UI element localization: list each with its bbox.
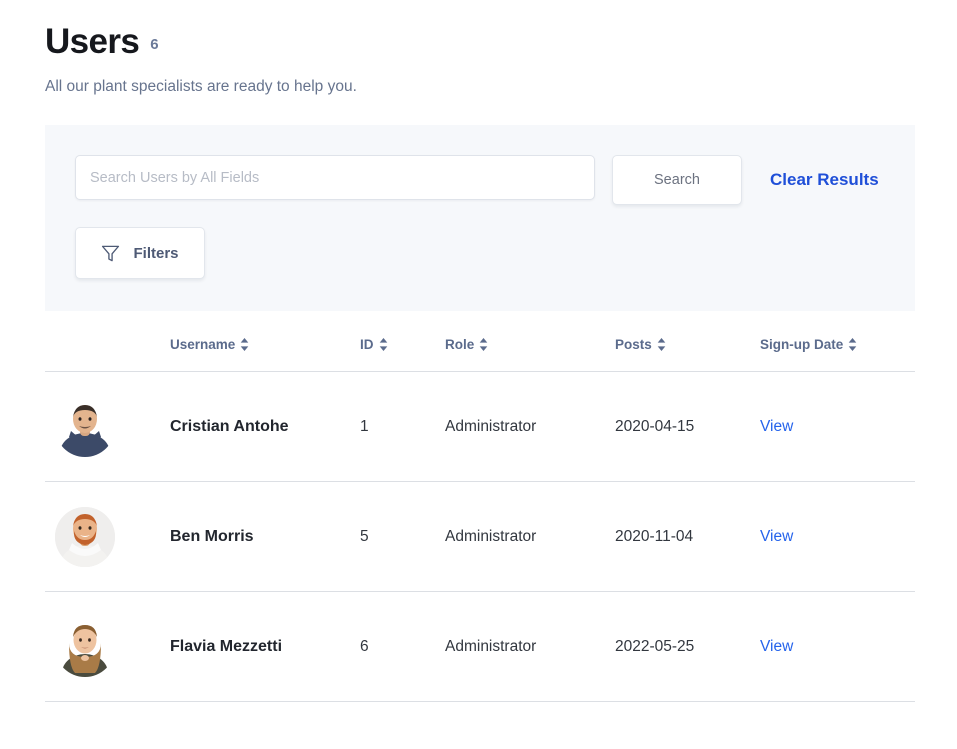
cell-avatar [45, 591, 170, 703]
column-header-id[interactable]: ID [360, 337, 445, 373]
column-header-id-label: ID [360, 337, 374, 353]
table-header: Username ID Role Posts Sign-up Date [45, 337, 915, 373]
column-header-role[interactable]: Role [445, 337, 615, 373]
column-header-signup-date[interactable]: Sign-up Date [760, 337, 915, 373]
cell-posts: 2022-05-25 [615, 591, 760, 703]
cell-avatar [45, 481, 170, 593]
cell-username: Cristian Antohe [170, 371, 360, 483]
cell-posts-text: 2020-11-04 [615, 527, 694, 545]
cell-role: Administrator [445, 591, 615, 703]
page-title: Users [45, 22, 140, 61]
cell-username-text: Ben Morris [170, 527, 254, 545]
avatar-photo-female-long-hair [55, 616, 115, 677]
table-row: Ben Morris 5 Administrator 2020-11-04 View [45, 481, 915, 593]
page-header: Users 6 All our plant specialists are re… [0, 0, 957, 97]
sort-updown-icon[interactable] [479, 338, 488, 352]
cell-posts-text: 2022-05-25 [615, 637, 695, 655]
avatar-photo-male-beard [55, 506, 115, 567]
view-link[interactable]: View [760, 638, 793, 655]
column-header-posts[interactable]: Posts [615, 337, 760, 373]
funnel-icon [101, 244, 120, 263]
cell-username-text: Flavia Mezzetti [170, 637, 283, 655]
sort-updown-icon[interactable] [848, 338, 857, 352]
search-input[interactable] [75, 155, 595, 201]
cell-username-text: Cristian Antohe [170, 417, 289, 435]
search-button[interactable]: Search [612, 155, 742, 206]
table-row: Flavia Mezzetti 6 Administrator 2022-05-25 V… [45, 591, 915, 703]
cell-id: 5 [360, 481, 445, 593]
sort-updown-icon[interactable] [657, 338, 666, 352]
table-body: Cristian Antohe 1 Administrator 2020-04-15 V… [45, 371, 915, 703]
cell-avatar [45, 371, 170, 483]
cell-posts: 2020-11-04 [615, 481, 760, 593]
column-header-role-label: Role [445, 337, 475, 353]
view-link[interactable]: View [760, 418, 793, 435]
sort-updown-icon[interactable] [379, 338, 388, 352]
cell-id-text: 5 [360, 527, 369, 545]
filters-button-label: Filters [133, 244, 179, 262]
search-panel: Search Clear Results Filters [45, 125, 915, 312]
column-header-signup-date-label: Sign-up Date [760, 337, 844, 353]
cell-signup-date: View [760, 591, 915, 703]
column-header-posts-label: Posts [615, 337, 652, 353]
column-header-avatar [45, 337, 170, 373]
users-table-container: Username ID Role Posts Sign-up Date Cris… [45, 337, 915, 703]
cell-role-text: Administrator [445, 417, 537, 435]
user-count-badge: 6 [150, 36, 159, 53]
cell-username: Flavia Mezzetti [170, 591, 360, 703]
cell-signup-date: View [760, 481, 915, 593]
avatar-photo-male-dark-shirt [55, 396, 115, 457]
column-header-username[interactable]: Username [170, 337, 360, 373]
table-header-row: Username ID Role Posts Sign-up Date [45, 337, 915, 373]
cell-signup-date: View [760, 371, 915, 483]
search-row: Search Clear Results [75, 155, 885, 206]
cell-role-text: Administrator [445, 637, 537, 655]
column-header-username-label: Username [170, 337, 236, 353]
cell-role: Administrator [445, 371, 615, 483]
title-row: Users 6 [45, 22, 912, 62]
cell-role-text: Administrator [445, 527, 537, 545]
cell-id-text: 1 [360, 417, 369, 435]
clear-results-link[interactable]: Clear Results [770, 170, 879, 190]
cell-id-text: 6 [360, 637, 369, 655]
cell-posts: 2020-04-15 [615, 371, 760, 483]
cell-username: Ben Morris [170, 481, 360, 593]
cell-id: 1 [360, 371, 445, 483]
users-table: Username ID Role Posts Sign-up Date Cris… [45, 337, 915, 703]
cell-id: 6 [360, 591, 445, 703]
cell-role: Administrator [445, 481, 615, 593]
cell-posts-text: 2020-04-15 [615, 417, 695, 435]
table-row: Cristian Antohe 1 Administrator 2020-04-15 V… [45, 371, 915, 483]
sort-updown-icon[interactable] [240, 338, 249, 352]
view-link[interactable]: View [760, 528, 793, 545]
filters-button[interactable]: Filters [75, 227, 205, 280]
users-page: Users 6 All our plant specialists are re… [0, 0, 957, 749]
page-subtitle: All our plant specialists are ready to h… [45, 78, 357, 96]
